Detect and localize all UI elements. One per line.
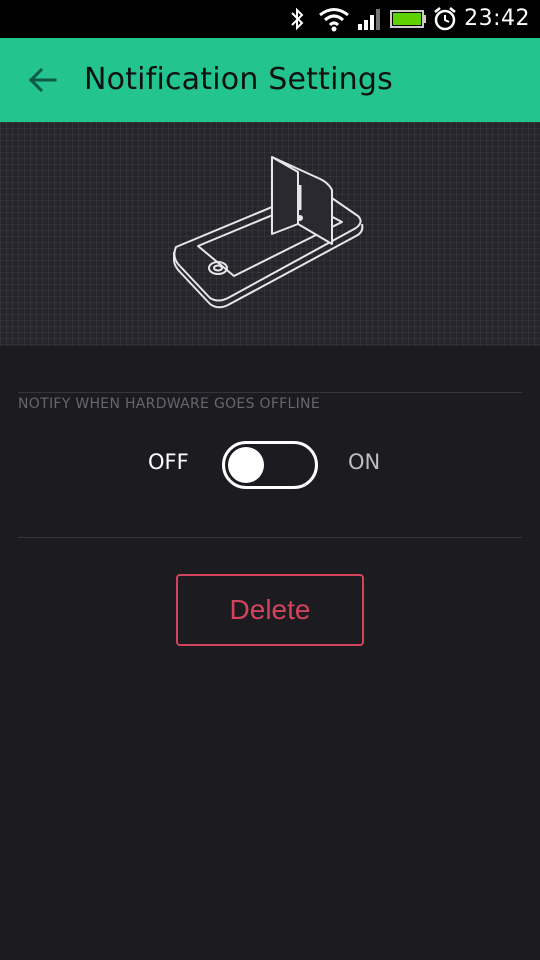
phone-notification-icon — [173, 156, 364, 309]
delete-button[interactable]: Delete — [176, 574, 364, 646]
app-bar: Notification Settings — [0, 38, 540, 122]
status-time: 23:42 — [464, 6, 530, 31]
divider-top — [18, 392, 522, 393]
offline-notify-toggle-row: OFF ON — [0, 436, 540, 492]
alarm-icon — [434, 7, 456, 31]
section-label: NOTIFY WHEN HARDWARE GOES OFFLINE — [18, 396, 320, 412]
switch-knob — [228, 447, 264, 483]
signal-icon — [358, 9, 380, 30]
hero-banner — [0, 122, 540, 346]
arrow-left-icon — [28, 67, 57, 93]
bluetooth-icon — [291, 7, 304, 31]
battery-icon — [390, 10, 426, 28]
divider-bottom — [18, 537, 522, 538]
toggle-on-label: ON — [348, 450, 381, 474]
toggle-off-label: OFF — [148, 450, 189, 474]
status-bar: 23:42 — [0, 0, 540, 38]
page-title: Notification Settings — [84, 62, 393, 97]
wifi-icon — [319, 8, 349, 32]
back-button[interactable] — [22, 58, 66, 102]
offline-notify-switch[interactable] — [222, 441, 318, 489]
